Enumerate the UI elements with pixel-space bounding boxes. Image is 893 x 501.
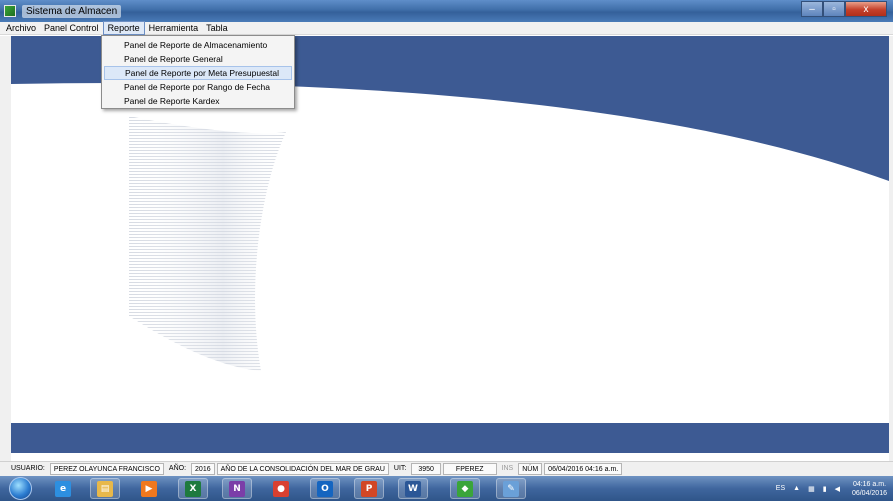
window-border-left: [0, 36, 11, 461]
login-value: FPEREZ: [442, 463, 497, 475]
window-border-right: [889, 36, 893, 461]
clock[interactable]: 04:16 a.m. 06/04/2016: [852, 480, 887, 498]
menu-reporte[interactable]: Reporte: [102, 21, 145, 35]
menu-item-reporte-kardex[interactable]: Panel de Reporte Kardex: [104, 94, 292, 108]
paint-icon: ✎: [503, 480, 519, 497]
usuario-value: PEREZ OLAYUNCA FRANCISCO: [49, 463, 164, 475]
sistema-almacen-icon: ◆: [457, 480, 473, 497]
taskbar-media-player-button[interactable]: ▶: [134, 478, 164, 499]
maximize-button[interactable]: ▫: [823, 1, 845, 17]
word-icon: W: [405, 480, 421, 497]
signal-icon[interactable]: ▮: [823, 485, 827, 493]
menu-item-reporte-rango-fecha[interactable]: Panel de Reporte por Rango de Fecha: [104, 80, 292, 94]
clock-date: 06/04/2016: [851, 489, 887, 497]
ins-indicator: INS: [501, 465, 514, 472]
app-icon: [4, 5, 16, 17]
num-indicator: NÚM: [518, 463, 543, 475]
outlook-icon: O: [317, 480, 333, 497]
title-bar: Sistema de Almacen – ▫ x: [0, 0, 893, 22]
language-indicator[interactable]: ES: [776, 485, 785, 492]
onenote-icon: N: [229, 480, 245, 497]
taskbar-word-button[interactable]: W: [398, 478, 428, 499]
taskbar-outlook-button[interactable]: O: [310, 478, 340, 499]
uit-label: UIT:: [393, 465, 407, 472]
menu-panel-control[interactable]: Panel Control: [40, 22, 103, 34]
minimize-button[interactable]: –: [801, 1, 823, 17]
file-explorer-icon: ▤: [97, 480, 113, 497]
uit-value: 3950: [411, 463, 441, 475]
taskbar-file-explorer-button[interactable]: ▤: [90, 478, 120, 499]
menu-item-reporte-general[interactable]: Panel de Reporte General: [104, 52, 292, 66]
excel-icon: X: [185, 480, 201, 497]
taskbar-paint-button[interactable]: ✎: [496, 478, 526, 499]
close-button[interactable]: x: [845, 1, 887, 17]
taskbar-onenote-button[interactable]: N: [222, 478, 252, 499]
menu-herramienta[interactable]: Herramienta: [145, 22, 203, 34]
network-icon[interactable]: ▦: [808, 485, 815, 493]
footer-band: [11, 423, 889, 453]
taskbar-excel-button[interactable]: X: [178, 478, 208, 499]
taskbar-chrome-button[interactable]: ●: [266, 478, 296, 499]
window-controls: – ▫ x: [801, 1, 887, 17]
media-player-icon: ▶: [141, 480, 157, 497]
menu-archivo[interactable]: Archivo: [2, 22, 40, 34]
show-hidden-icons[interactable]: ▲: [793, 485, 800, 492]
anio-nombre: AÑO DE LA CONSOLIDACIÓN DEL MAR DE GRAU: [216, 463, 389, 475]
menu-bar: Archivo Panel Control Reporte Herramient…: [0, 21, 893, 35]
reporte-dropdown: Panel de Reporte de Almacenamiento Panel…: [101, 35, 295, 109]
usuario-label: USUARIO:: [11, 465, 45, 472]
chrome-icon: ●: [273, 480, 289, 497]
taskbar-powerpoint-button[interactable]: P: [354, 478, 384, 499]
internet-explorer-icon: e: [55, 480, 71, 497]
datetime-value: 06/04/2016 04:16 a.m.: [544, 463, 623, 475]
window-title: Sistema de Almacen: [22, 5, 122, 18]
taskbar-internet-explorer-button[interactable]: e: [48, 478, 78, 499]
system-tray: ES ▲ ▦ ▮ ◀ 04:16 a.m. 06/04/2016: [772, 476, 887, 501]
menu-item-reporte-meta-presupuestal[interactable]: Panel de Reporte por Meta Presupuestal: [104, 66, 292, 80]
anio-value: 2016: [191, 463, 215, 475]
volume-icon[interactable]: ◀: [835, 485, 840, 493]
taskbar-sistema-almacen-button[interactable]: ◆: [450, 478, 480, 499]
menu-item-reporte-almacenamiento[interactable]: Panel de Reporte de Almacenamiento: [104, 38, 292, 52]
anio-label: AÑO:: [168, 465, 187, 472]
taskbar: e ▤ ▶ X N ● O P W ◆ ✎ ES ▲ ▦ ▮ ◀ 04:16 a.m. 06/04/…: [0, 476, 893, 501]
clock-time: 04:16 a.m.: [852, 480, 887, 488]
menu-tabla[interactable]: Tabla: [202, 22, 232, 34]
start-button[interactable]: [9, 477, 32, 500]
status-bar: USUARIO: PEREZ OLAYUNCA FRANCISCO AÑO: 2…: [0, 461, 893, 476]
powerpoint-icon: P: [361, 480, 377, 497]
